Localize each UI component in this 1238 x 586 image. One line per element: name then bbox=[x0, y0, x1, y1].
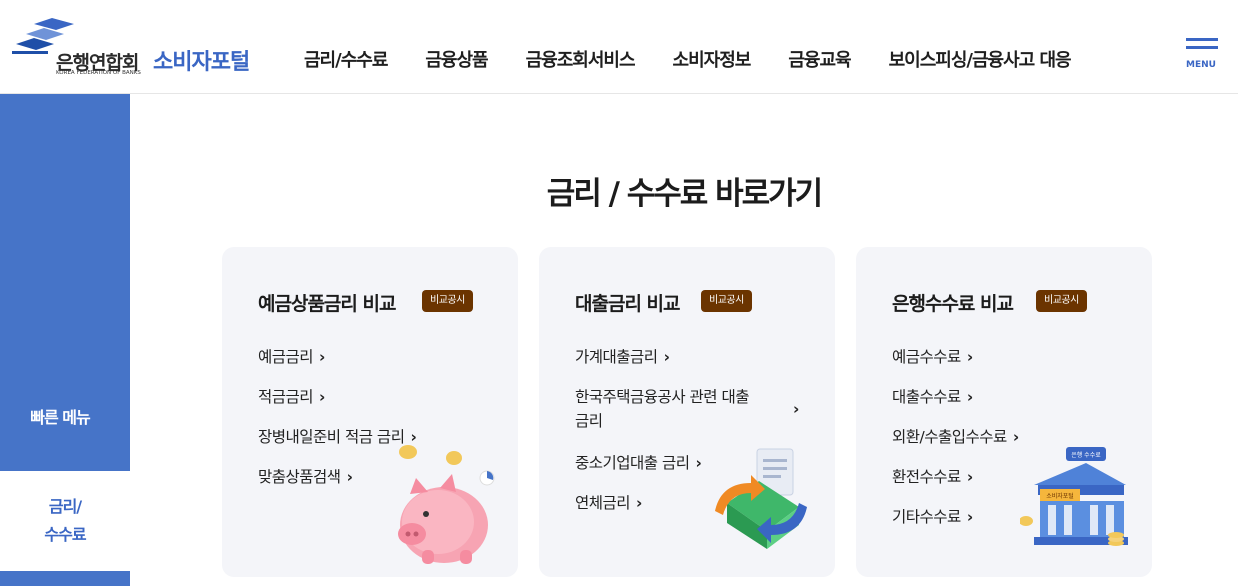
nav-item-voice-phishing[interactable]: 보이스피싱/금융사고 대응 bbox=[889, 46, 1072, 72]
card-deposit-rates: 예금상품금리 비교 비교공시 예금금리 › 적금금리 › 장병내일준비 적금 금리 ›… bbox=[222, 247, 518, 577]
portal-name[interactable]: 소비자포털 bbox=[153, 44, 250, 76]
nav-item-inquiry[interactable]: 금융조회서비스 bbox=[526, 46, 636, 72]
bank-banner-text: 소비자포털 bbox=[1046, 492, 1074, 500]
nav-item-consumer-info[interactable]: 소비자정보 bbox=[673, 46, 752, 72]
link-hf-loan-rate[interactable]: 한국주택금융공사 관련 대출 금리 › bbox=[575, 385, 799, 433]
chevron-right-icon: › bbox=[663, 348, 670, 366]
comparison-badge: 비교공시 bbox=[422, 290, 473, 312]
page-title: 금리 / 수수료 바로가기 bbox=[546, 176, 823, 212]
chevron-right-icon: › bbox=[346, 468, 353, 486]
card-title: 예금상품금리 비교 bbox=[258, 293, 396, 315]
link-label: 가계대출금리 bbox=[575, 348, 658, 366]
chevron-right-icon: › bbox=[966, 468, 973, 486]
menu-label: MENU bbox=[1186, 60, 1216, 70]
card-title: 대출금리 비교 bbox=[575, 293, 680, 315]
chevron-right-icon: › bbox=[966, 348, 973, 366]
quick-menu-item-rates-fees[interactable]: 금리/ 수수료 bbox=[0, 471, 130, 571]
link-label: 외환/수출입수수료 bbox=[892, 428, 1007, 446]
link-exchange-fee[interactable]: 환전수수료 › bbox=[892, 465, 1019, 487]
comparison-badge: 비교공시 bbox=[701, 290, 752, 312]
chevron-right-icon: › bbox=[966, 508, 973, 526]
quick-menu-item-label: 금리/ 수수료 bbox=[44, 497, 86, 544]
chevron-right-icon: › bbox=[636, 494, 642, 512]
link-label: 연체금리 bbox=[575, 494, 631, 512]
link-label: 대출수수료 bbox=[892, 388, 961, 406]
kfb-logo[interactable]: 은행연합회 KOREA FEDERATION OF BANKS bbox=[12, 18, 152, 80]
loan-exchange-icon bbox=[715, 448, 807, 549]
nav-item-rates-fees[interactable]: 금리/수수료 bbox=[304, 46, 388, 72]
link-label: 예금수수료 bbox=[892, 348, 961, 366]
chevron-right-icon: › bbox=[695, 454, 702, 472]
link-household-loan-rate[interactable]: 가계대출금리 › bbox=[575, 345, 797, 367]
chevron-right-icon: › bbox=[966, 388, 973, 406]
chevron-right-icon: › bbox=[319, 348, 325, 366]
link-label: 맞춤상품검색 bbox=[258, 468, 341, 486]
link-loan-fee[interactable]: 대출수수료 › bbox=[892, 385, 1019, 407]
hamburger-icon bbox=[1186, 38, 1218, 41]
link-label: 기타수수료 bbox=[892, 508, 961, 526]
bank-building-icon: 은행 수수료 소비자포털 bbox=[1020, 447, 1128, 546]
link-fx-trade-fee[interactable]: 외환/수출입수수료 › bbox=[892, 425, 1019, 447]
link-savings-rate[interactable]: 적금금리 › bbox=[258, 385, 416, 407]
link-label: 적금금리 bbox=[258, 388, 314, 406]
quick-menu-title: 빠른 메뉴 bbox=[30, 408, 90, 427]
link-label: 중소기업대출 금리 bbox=[575, 454, 690, 472]
site-header: 은행연합회 KOREA FEDERATION OF BANKS 소비자포털 금리… bbox=[0, 0, 1238, 94]
card-bank-fees: 은행수수료 비교 비교공시 예금수수료 › 대출수수료 › 외환/수출입수수료 › 환… bbox=[856, 247, 1152, 577]
nav-item-education[interactable]: 금융교육 bbox=[788, 46, 851, 72]
hamburger-icon-bar bbox=[1186, 46, 1218, 49]
piggy-bank-icon bbox=[398, 445, 495, 564]
link-deposit-fee[interactable]: 예금수수료 › bbox=[892, 345, 1019, 367]
comparison-badge: 비교공시 bbox=[1036, 290, 1087, 312]
chevron-right-icon: › bbox=[319, 388, 325, 406]
card-title: 은행수수료 비교 bbox=[892, 293, 1014, 315]
bank-sign-text: 은행 수수료 bbox=[1071, 451, 1101, 459]
link-deposit-rate[interactable]: 예금금리 › bbox=[258, 345, 416, 367]
link-label: 예금금리 bbox=[258, 348, 314, 366]
menu-button[interactable]: MENU bbox=[1186, 38, 1218, 74]
nav-item-products[interactable]: 금융상품 bbox=[425, 46, 488, 72]
card-loan-rates: 대출금리 비교 비교공시 가계대출금리 › 한국주택금융공사 관련 대출 금리 › … bbox=[539, 247, 835, 577]
quick-menu-sidebar: 빠른 메뉴 금리/ 수수료 bbox=[0, 94, 130, 586]
link-label: 한국주택금융공사 관련 대출 금리 bbox=[575, 388, 749, 430]
link-label: 환전수수료 bbox=[892, 468, 961, 486]
main-nav: 금리/수수료 금융상품 금융조회서비스 소비자정보 금융교육 보이스피싱/금융사… bbox=[304, 46, 1072, 72]
card-link-list: 예금수수료 › 대출수수료 › 외환/수출입수수료 › 환전수수료 › 기타수수료 › bbox=[892, 345, 1019, 527]
chevron-right-icon: › bbox=[793, 400, 799, 418]
link-other-fee[interactable]: 기타수수료 › bbox=[892, 505, 1019, 527]
chevron-right-icon: › bbox=[1012, 428, 1019, 446]
org-name-en: KOREA FEDERATION OF BANKS bbox=[56, 70, 141, 76]
